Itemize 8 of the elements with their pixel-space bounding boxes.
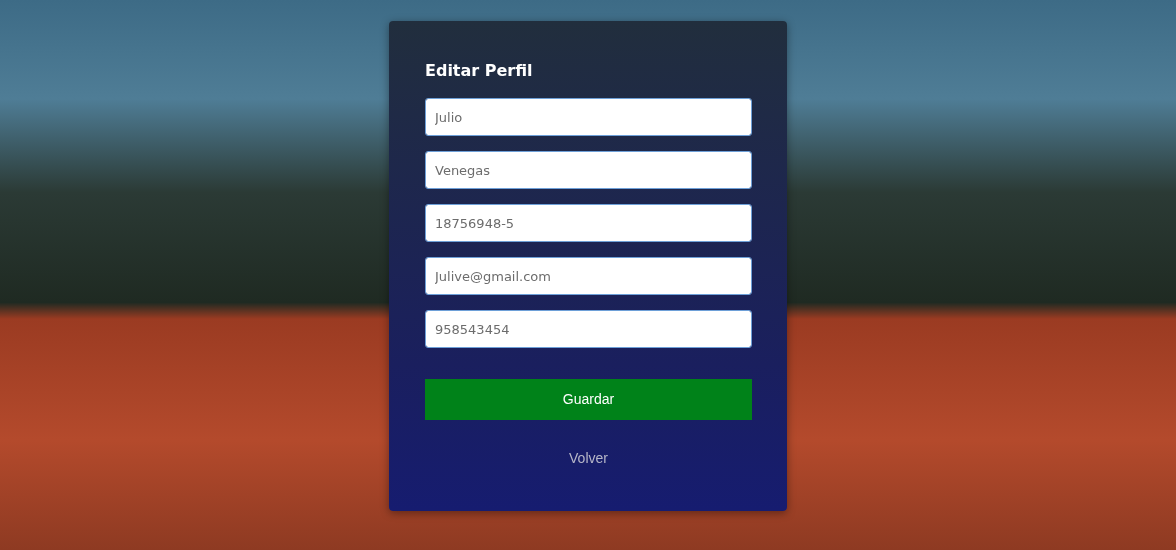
input-field[interactable]: Julive@gmail.com (425, 257, 752, 296)
save-button[interactable]: Guardar (425, 379, 752, 421)
back-link[interactable]: Volver (569, 448, 608, 470)
input-field[interactable]: Julio (425, 98, 752, 137)
input-field[interactable]: 958543454 (425, 310, 752, 349)
input-field[interactable]: 18756948-5 (425, 204, 752, 243)
input-field[interactable]: Venegas (425, 151, 752, 190)
form-title: Editar Perfil (425, 61, 534, 81)
